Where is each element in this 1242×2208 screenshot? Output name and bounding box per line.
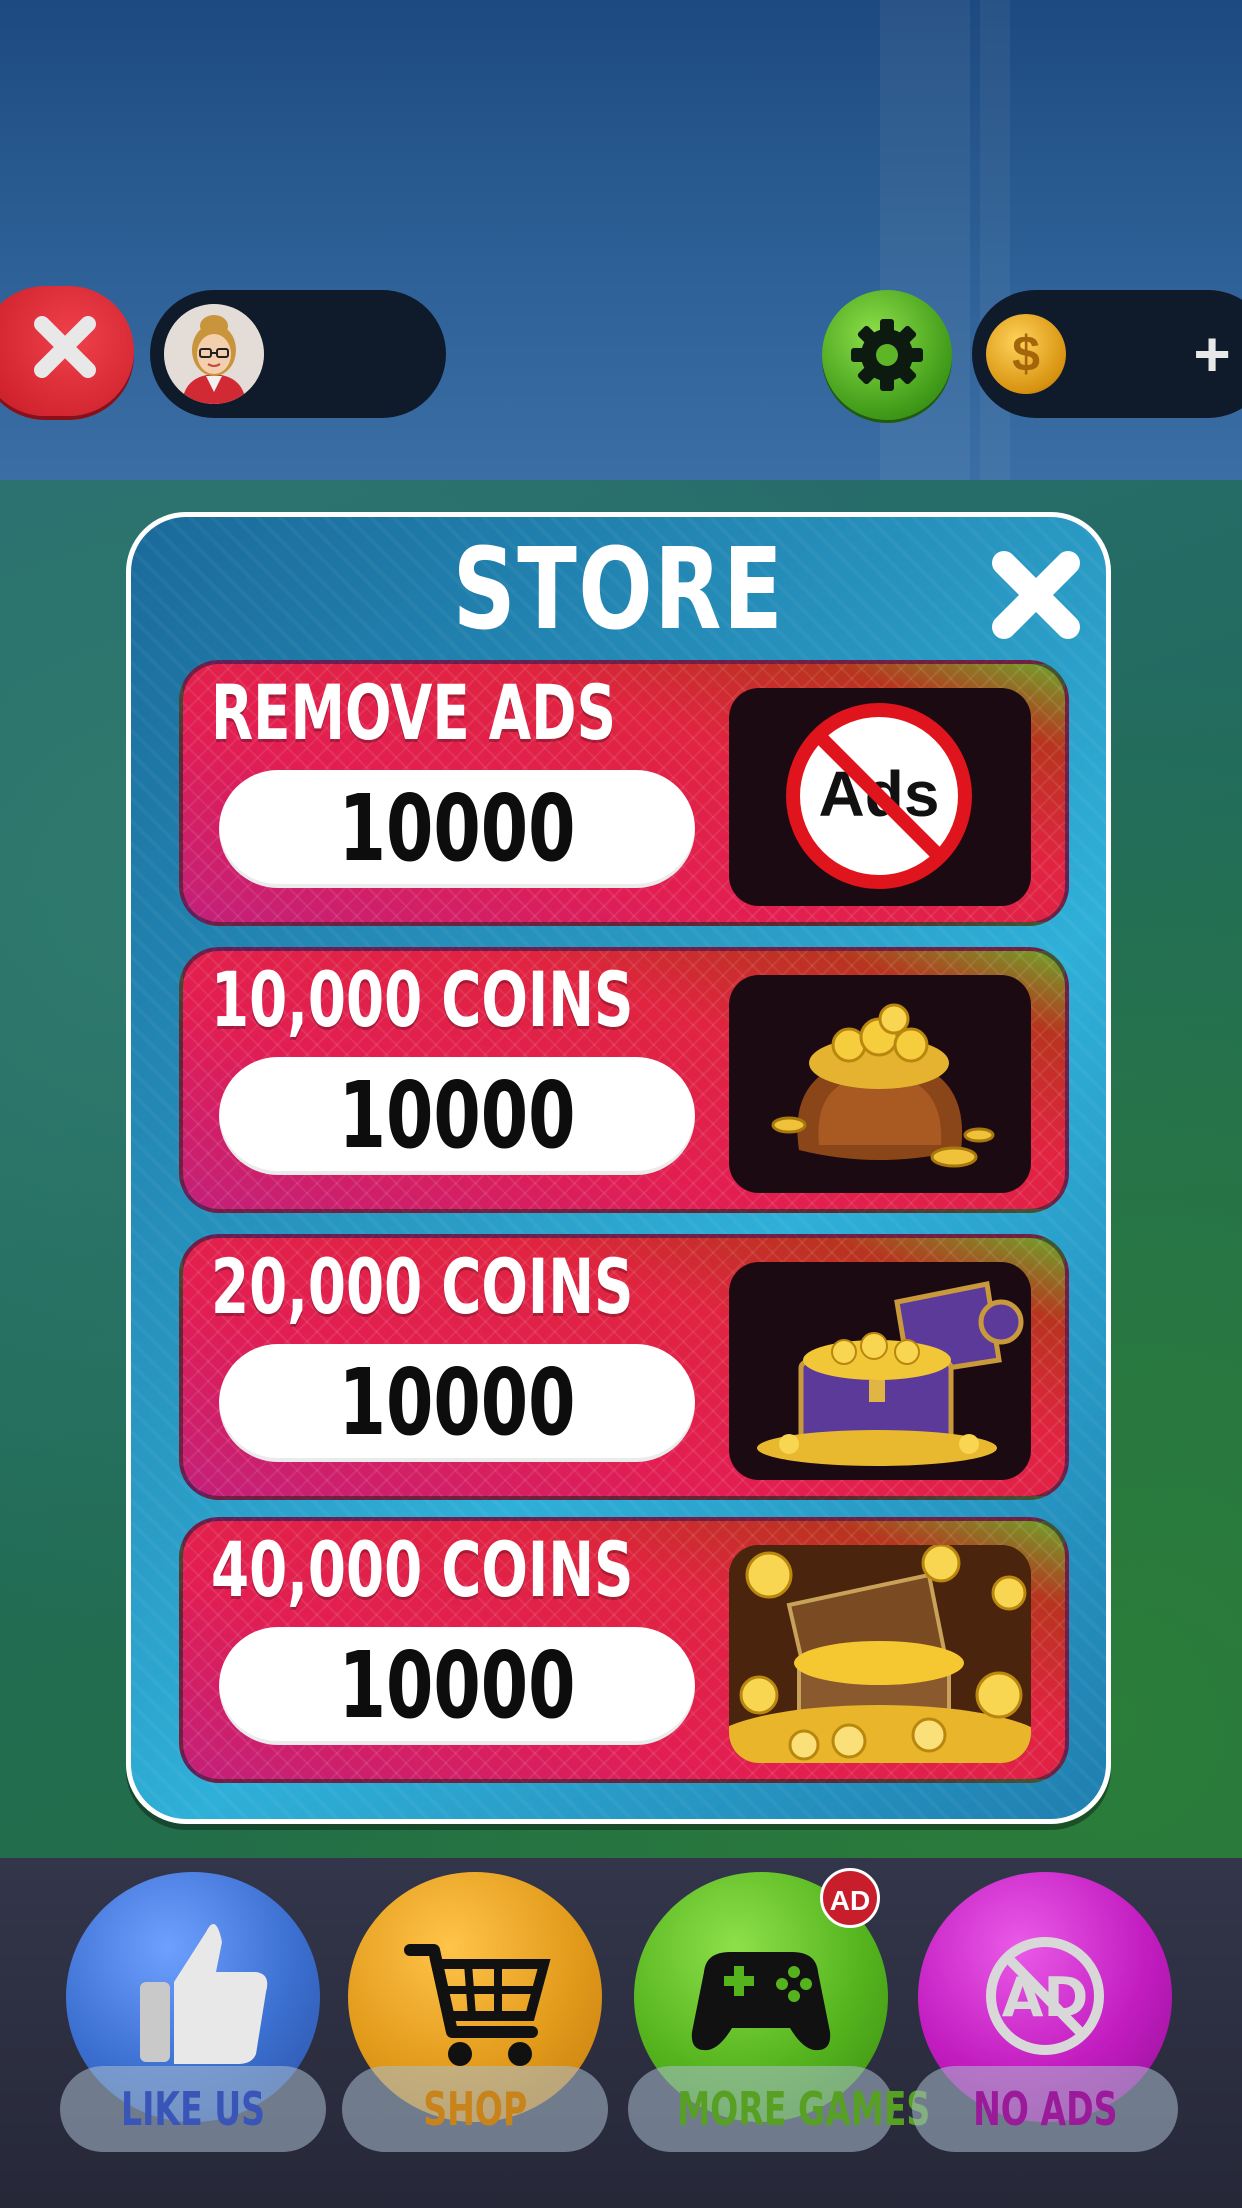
store-item-remove-ads[interactable]: REMOVE ADS 10000 Ads [179,660,1069,926]
item-image: Ads [729,688,1031,906]
like-us-button[interactable]: LIKE US [60,1872,326,2152]
nav-label: MORE GAMES [628,2066,930,2152]
store-close-button[interactable] [986,545,1086,645]
store-item-20000-coins[interactable]: 20,000 COINS 10000 [179,1234,1069,1500]
nav-label-text: SHOP [422,2082,527,2136]
nav-label-text: MORE GAMES [677,2082,931,2136]
no-ads-button[interactable]: AD NO ADS [912,1872,1178,2152]
price-label: 10000 [338,1349,576,1456]
price-label: 10000 [338,1062,576,1169]
avatar[interactable] [164,304,264,404]
profile-bar[interactable] [150,290,446,418]
avatar-woman-glasses-icon [164,304,264,404]
price-label: 10000 [338,775,576,882]
price-button[interactable]: 10000 [219,1057,695,1175]
settings-button[interactable] [822,290,952,420]
item-title: 40,000 COINS [211,1525,634,1614]
gear-icon [851,319,923,391]
nav-label: LIKE US [60,2066,326,2152]
price-button[interactable]: 10000 [219,1627,695,1745]
item-image [729,1262,1031,1480]
exit-button[interactable] [0,286,134,416]
price-button[interactable]: 10000 [219,1344,695,1462]
coin-balance-bar: $ + [972,290,1242,418]
big-treasure-icon [729,1545,1031,1763]
store-item-40000-coins[interactable]: 40,000 COINS 10000 [179,1517,1069,1783]
store-item-10000-coins[interactable]: 10,000 COINS 10000 [179,947,1069,1213]
nav-label: NO ADS [912,2066,1178,2152]
more-games-button[interactable]: AD MORE GAMES [628,1868,930,2152]
item-title: 20,000 COINS [211,1242,634,1331]
no-ads-icon: Ads [786,703,972,889]
treasure-chest-icon [757,1281,1024,1466]
store-title: STORE [452,525,785,655]
item-title: 10,000 COINS [211,955,634,1044]
coin-icon: $ [986,314,1066,394]
x-icon [992,551,1080,639]
store-dialog: STORE REMOVE ADS 10000 Ads 10,000 COINS … [126,512,1111,1824]
price-label: 10000 [338,1632,576,1739]
coin-bag-icon [771,1003,995,1168]
item-image [729,1545,1031,1763]
item-image [729,975,1031,1193]
ad-badge: AD [820,1868,880,1928]
item-title: REMOVE ADS [211,668,616,757]
nav-label-text: LIKE US [121,2082,265,2136]
shop-button[interactable]: SHOP [342,1872,608,2152]
nav-label-text: NO ADS [972,2082,1118,2136]
nav-label: SHOP [342,2066,608,2152]
add-coins-button[interactable]: + [1187,310,1237,398]
price-button[interactable]: 10000 [219,770,695,888]
x-icon [34,316,96,378]
